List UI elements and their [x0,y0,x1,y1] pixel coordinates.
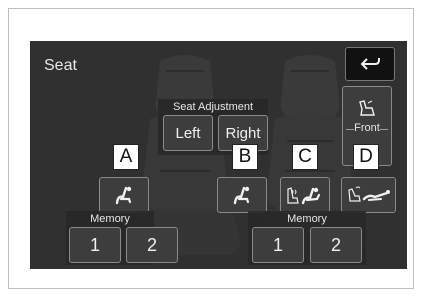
back-button[interactable] [345,47,395,81]
seat-position-icon [233,186,250,205]
callout-d: D [353,144,379,170]
memory-left-2-label: 2 [146,234,157,255]
memory-right-2-label: 2 [330,234,341,255]
seat-screen: Seat Seat Adjustment Left Right Front Me… [30,41,407,269]
seat-adjustment-label: Seat Adjustment [172,101,254,113]
seat-heater-icon [287,187,321,205]
callout-b: B [232,144,258,170]
memory-left-label: Memory [90,213,130,225]
callout-c: C [292,144,318,170]
seat-left-button[interactable]: Left [163,115,213,151]
page-title: Seat [44,57,77,74]
memory-left-2-button[interactable]: 2 [126,227,178,263]
right-seat-position-button[interactable] [217,177,267,213]
front-divider-right [380,129,388,130]
callout-a: A [113,144,139,170]
seat-heater-button[interactable] [280,177,330,213]
seat-left-label: Left [175,124,201,142]
memory-right-2-button[interactable]: 2 [310,227,362,263]
left-seat-position-button[interactable] [99,177,149,213]
seat-recline-icon [347,186,390,202]
memory-right-1-button[interactable]: 1 [252,227,304,263]
memory-right-label: Memory [287,213,327,225]
seat-position-icon [115,186,132,205]
memory-right-1-label: 1 [272,234,283,255]
back-arrow-icon [360,58,380,70]
front-label: Front [354,122,380,134]
memory-left-1-button[interactable]: 1 [69,227,121,263]
seat-recline-button[interactable] [341,177,396,213]
memory-left-1-label: 1 [89,234,100,255]
seat-right-label: Right [225,124,261,142]
front-seat-icon [359,100,375,116]
